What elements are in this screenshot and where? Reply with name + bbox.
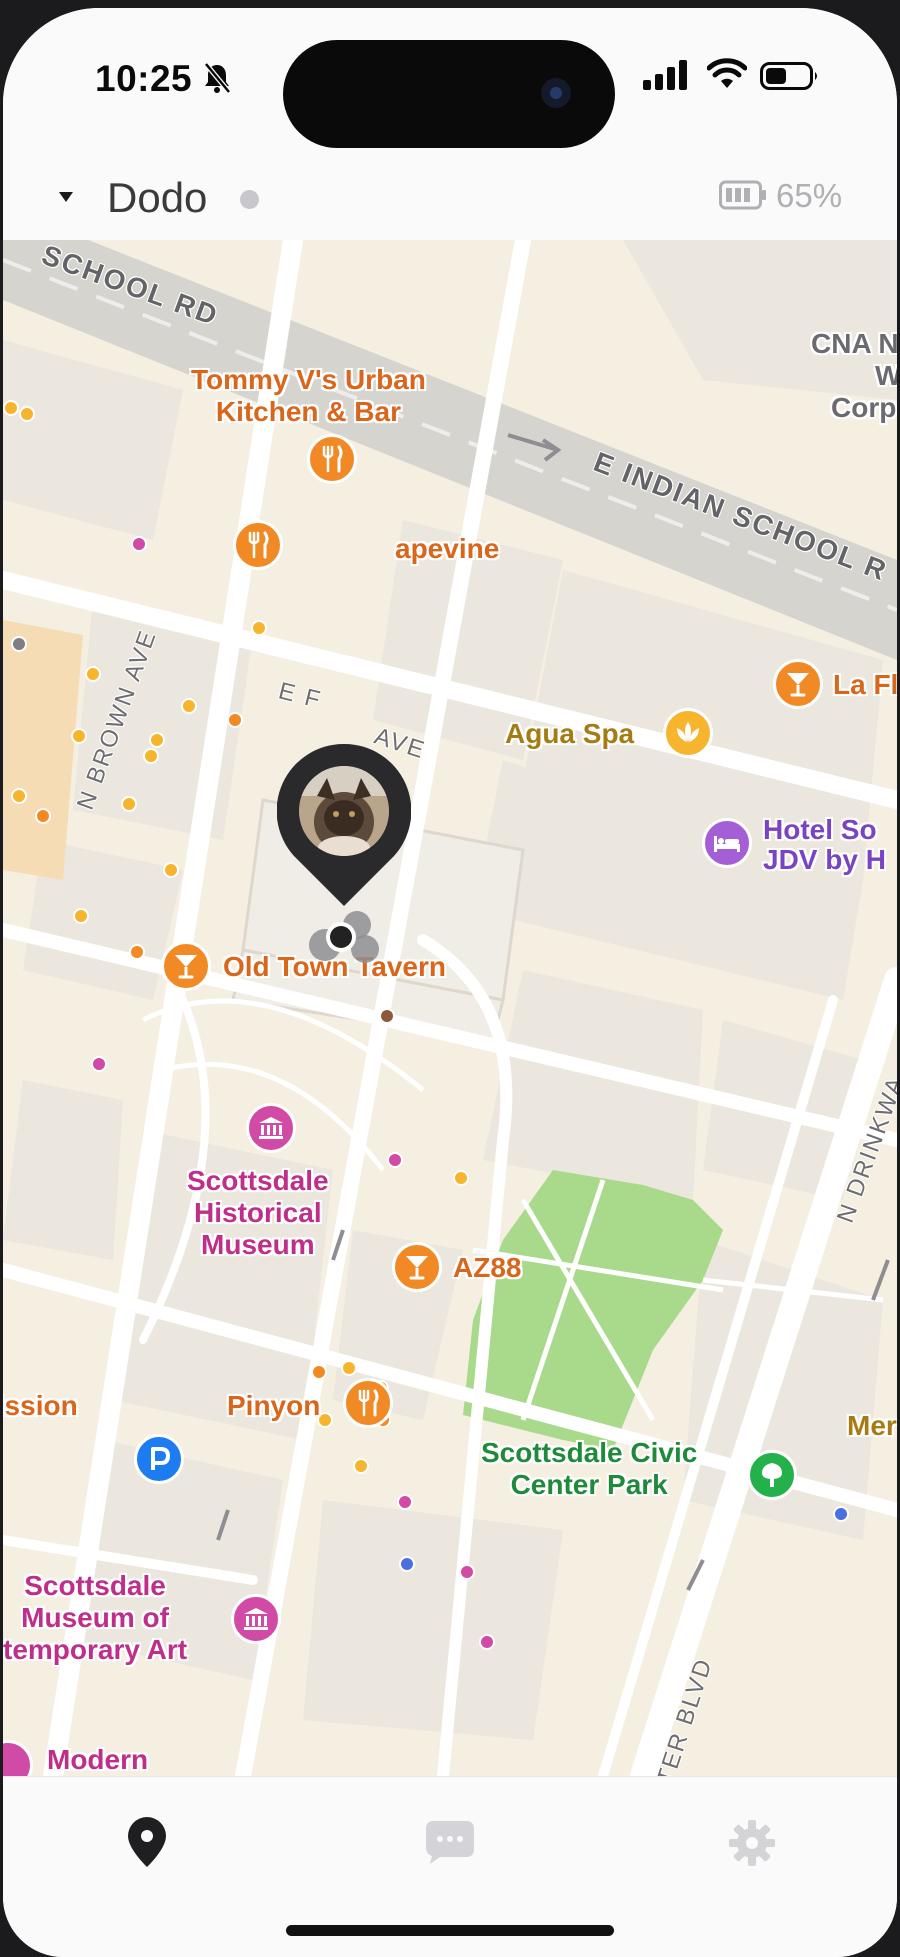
map-base — [3, 240, 897, 1776]
poi-dot[interactable] — [19, 406, 35, 422]
wifi-icon — [707, 58, 747, 88]
spa-marker[interactable] — [663, 708, 713, 758]
device-name[interactable]: Dodo — [107, 174, 207, 222]
poi-dot[interactable] — [129, 944, 145, 960]
cellular-signal-icon — [643, 60, 687, 90]
place-label-modern[interactable]: Modern — [47, 1744, 148, 1776]
poi-dot[interactable] — [399, 1556, 415, 1572]
cocktail-icon — [406, 1256, 428, 1280]
poi-dot[interactable] — [397, 1494, 413, 1510]
parking-icon — [151, 1447, 170, 1470]
poi-dot[interactable] — [341, 1360, 357, 1376]
status-bar: 10:25 — [3, 8, 897, 148]
avatar[interactable] — [299, 766, 389, 856]
home-indicator[interactable] — [286, 1925, 614, 1936]
museum-icon — [244, 1608, 268, 1630]
bar-marker[interactable] — [773, 659, 823, 709]
battery-icon — [719, 180, 766, 210]
place-label-historical-museum[interactable]: Scottsdale Historical Museum — [187, 1165, 329, 1261]
tab-map-pin-icon[interactable] — [125, 1815, 169, 1869]
poi-dot[interactable] — [163, 862, 179, 878]
poi-dot[interactable] — [131, 536, 147, 552]
status-time: 10:25 — [95, 58, 193, 99]
phone-screen: 10:25 Dodo 65% SCHOOL RD E INDIAN SCHOOL… — [3, 8, 897, 1957]
poi-dot[interactable] — [453, 1170, 469, 1186]
map-view[interactable]: SCHOOL RD E INDIAN SCHOOL R N BROWN AVE … — [3, 240, 897, 1776]
tab-settings-gear-icon[interactable] — [728, 1819, 776, 1867]
poi-dot[interactable] — [459, 1564, 475, 1580]
poi-dot[interactable] — [251, 620, 267, 636]
fork-knife-icon — [248, 531, 269, 559]
place-label-la-fl[interactable]: La Fl — [833, 669, 897, 701]
fork-knife-icon — [358, 1389, 379, 1417]
poi-dot[interactable] — [143, 748, 159, 764]
poi-dot[interactable] — [3, 400, 19, 416]
place-label-cna-line1[interactable]: CNA N — [811, 328, 897, 360]
lotus-icon — [677, 722, 699, 742]
place-label-mission[interactable]: lission — [3, 1390, 78, 1422]
poi-dot[interactable] — [311, 1364, 327, 1380]
poi-dot[interactable] — [479, 1634, 495, 1650]
restaurant-marker[interactable] — [343, 1378, 393, 1428]
cocktail-icon — [175, 955, 197, 979]
poi-dot[interactable] — [85, 666, 101, 682]
tab-chat-icon[interactable] — [424, 1819, 476, 1865]
poi-dot[interactable] — [121, 796, 137, 812]
place-label-contemporary-art[interactable]: Scottsdale Museum of temporary Art — [3, 1570, 187, 1666]
poi-dot[interactable] — [11, 636, 27, 652]
bed-icon — [714, 836, 740, 852]
poi-dot[interactable] — [149, 732, 165, 748]
camera-icon — [541, 78, 571, 108]
poi-dot[interactable] — [35, 808, 51, 824]
hotel-marker[interactable] — [702, 818, 752, 868]
poi-dot[interactable] — [387, 1152, 403, 1168]
bar-marker[interactable] — [392, 1242, 442, 1292]
poi-dot[interactable] — [71, 728, 87, 744]
connection-status-dot — [240, 190, 259, 209]
museum-marker[interactable] — [231, 1594, 281, 1644]
bar-marker[interactable] — [161, 941, 211, 991]
restaurant-marker[interactable] — [233, 520, 283, 570]
poi-dot[interactable] — [73, 908, 89, 924]
poi-dot[interactable] — [91, 1056, 107, 1072]
bell-slash-icon — [204, 62, 231, 94]
place-label-hotel-line1[interactable]: Hotel So — [763, 814, 877, 846]
place-label-cna-line3[interactable]: Corp — [831, 392, 896, 424]
park-marker[interactable] — [747, 1450, 797, 1500]
restaurant-marker[interactable] — [307, 434, 357, 484]
museum-icon — [259, 1117, 283, 1139]
place-label-hotel-line2[interactable]: JDV by H — [763, 844, 886, 876]
place-label-az88[interactable]: AZ88 — [453, 1252, 521, 1284]
tree-icon — [762, 1463, 782, 1487]
dynamic-island — [283, 40, 615, 148]
battery-icon — [760, 62, 817, 90]
place-label-civic-center-park[interactable]: Scottsdale Civic Center Park — [481, 1437, 697, 1501]
poi-dot[interactable] — [181, 698, 197, 714]
device-header: Dodo 65% — [3, 148, 897, 240]
poi-dot[interactable] — [379, 1008, 395, 1024]
poi-dot[interactable] — [11, 788, 27, 804]
place-label-tommy[interactable]: Tommy V's Urban Kitchen & Bar — [191, 364, 426, 428]
pet-photo — [299, 766, 389, 856]
fork-knife-icon — [322, 445, 343, 473]
location-cluster — [309, 911, 379, 963]
place-label-grapevine[interactable]: apevine — [395, 533, 499, 565]
cocktail-icon — [787, 673, 809, 697]
battery-percent: 65% — [776, 177, 843, 214]
dropdown-caret-icon[interactable] — [59, 192, 73, 202]
poi-dot[interactable] — [227, 712, 243, 728]
museum-marker[interactable] — [246, 1103, 296, 1153]
parking-marker[interactable] — [134, 1434, 184, 1484]
place-label-pinyon[interactable]: Pinyon — [227, 1390, 320, 1422]
poi-dot[interactable] — [353, 1458, 369, 1474]
place-label-cna-line2[interactable]: W — [875, 360, 897, 392]
place-label-agua-spa[interactable]: Agua Spa — [505, 718, 634, 750]
place-label-mer[interactable]: Mer — [847, 1410, 897, 1442]
poi-dot[interactable] — [833, 1506, 849, 1522]
